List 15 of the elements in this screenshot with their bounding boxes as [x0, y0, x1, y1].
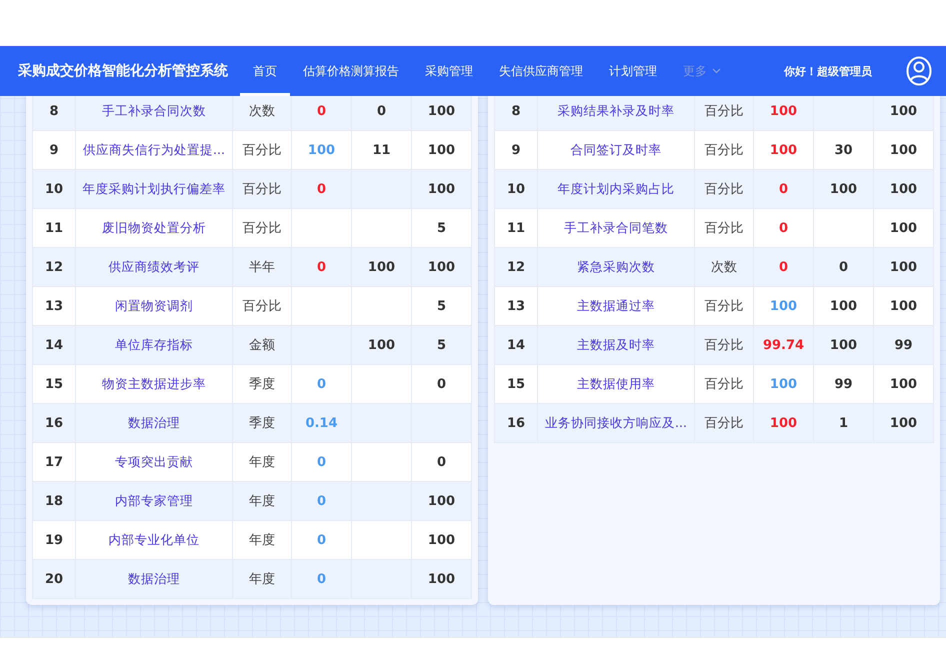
table-cell: 100: [754, 404, 814, 442]
table-cell: 0: [292, 560, 352, 598]
table-cell: 100: [412, 560, 472, 598]
user-greeting: 你好！超级管理员: [784, 64, 872, 78]
caret-icon: [712, 68, 721, 74]
indicator-link[interactable]: 业务协同接收方响应及...: [538, 404, 694, 442]
table-cell: 16: [494, 404, 538, 442]
user-avatar-icon[interactable]: [906, 56, 932, 86]
table-cell: 20: [32, 560, 76, 598]
table-cell: 年度: [232, 560, 292, 598]
table-cell: 百分比: [694, 404, 754, 442]
indicator-link[interactable]: 数据治理: [76, 560, 232, 598]
table-cell: 100: [874, 404, 934, 442]
table-cell: 1: [814, 404, 874, 442]
system-title: 采购成交价格智能化分析管控系统: [18, 62, 229, 80]
